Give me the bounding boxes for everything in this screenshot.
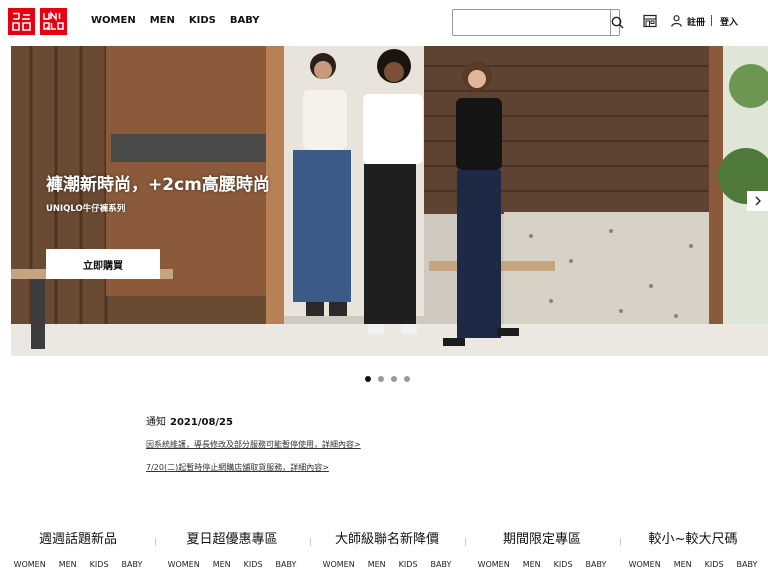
carousel-dot-2[interactable]: [378, 376, 384, 382]
search-box: [452, 9, 624, 36]
category-title[interactable]: 大師級聯名新降價: [312, 528, 462, 547]
store-icon[interactable]: [643, 14, 657, 28]
notice-label: 通知: [146, 417, 166, 428]
katakana-logo-glyphs: [12, 12, 31, 31]
hero-title: 褲潮新時尚，+2cm高腰時尚: [46, 175, 270, 195]
user-icon[interactable]: [671, 15, 682, 27]
category-link-women[interactable]: WOMEN: [168, 560, 200, 569]
category-divider: [155, 538, 156, 546]
category-links: WOMEN MEN KIDS BABY: [157, 560, 307, 569]
category-title[interactable]: 期間限定專區: [467, 528, 617, 547]
carousel-dot-4[interactable]: [404, 376, 410, 382]
category-title[interactable]: 較小~較大尺碼: [618, 528, 768, 547]
category-title[interactable]: 夏日超優惠專區: [157, 528, 307, 547]
category-divider: [310, 538, 311, 546]
category-link-kids[interactable]: KIDS: [399, 560, 418, 569]
category-title[interactable]: 週週話題新品: [3, 528, 153, 547]
category-links: WOMEN MEN KIDS BABY: [467, 560, 617, 569]
category-link-men[interactable]: MEN: [523, 560, 541, 569]
uniqlo-logo-katakana[interactable]: [8, 8, 35, 35]
category-link-baby[interactable]: BABY: [431, 560, 452, 569]
category-link-baby[interactable]: BABY: [737, 560, 758, 569]
latin-logo-glyphs: [43, 11, 64, 31]
search-button[interactable]: [610, 10, 624, 35]
category-link-women[interactable]: WOMEN: [14, 560, 46, 569]
category-links: WOMEN MEN KIDS BABY: [618, 560, 768, 569]
carousel-next-button[interactable]: [747, 191, 768, 211]
category-limited: 期間限定專區 WOMEN MEN KIDS BABY: [467, 528, 617, 569]
category-collab: 大師級聯名新降價 WOMEN MEN KIDS BABY: [312, 528, 462, 569]
category-link-kids[interactable]: KIDS: [90, 560, 109, 569]
search-input[interactable]: [453, 10, 610, 35]
category-links: WOMEN MEN KIDS BABY: [312, 560, 462, 569]
category-link-baby[interactable]: BABY: [276, 560, 297, 569]
category-link-men[interactable]: MEN: [213, 560, 231, 569]
hero-photo: [11, 46, 768, 356]
category-summer-sale: 夏日超優惠專區 WOMEN MEN KIDS BABY: [157, 528, 307, 569]
notice-header: 通知 2021/08/25: [146, 413, 233, 428]
category-link-men[interactable]: MEN: [674, 560, 692, 569]
category-link-women[interactable]: WOMEN: [478, 560, 510, 569]
hero-banner[interactable]: 褲潮新時尚，+2cm高腰時尚 UNIQLO牛仔褲系列 立即購買: [11, 46, 768, 356]
category-link-kids[interactable]: KIDS: [244, 560, 263, 569]
category-divider: [465, 538, 466, 546]
main-nav: WOMEN MEN KIDS BABY: [91, 15, 260, 26]
category-link-women[interactable]: WOMEN: [323, 560, 355, 569]
notice-link-2[interactable]: 7/20(二)起暫時停止網購店舖取貨服務，詳細內容>: [146, 462, 329, 473]
search-icon: [611, 16, 624, 29]
category-link-men[interactable]: MEN: [368, 560, 386, 569]
shop-now-button[interactable]: 立即購買: [46, 249, 160, 279]
register-link[interactable]: 註冊: [687, 15, 705, 28]
category-weekly-new: 週週話題新品 WOMEN MEN KIDS BABY: [3, 528, 153, 569]
site-header: WOMEN MEN KIDS BABY 註冊 登入: [0, 0, 768, 44]
category-links: WOMEN MEN KIDS BABY: [3, 560, 153, 569]
chevron-right-icon: [755, 196, 761, 206]
uniqlo-logo-latin[interactable]: [40, 8, 67, 35]
nav-kids[interactable]: KIDS: [189, 15, 216, 26]
category-link-baby[interactable]: BABY: [122, 560, 143, 569]
carousel-dot-1[interactable]: [365, 376, 371, 382]
hero-subtitle: UNIQLO牛仔褲系列: [46, 204, 126, 214]
category-row: 週週話題新品 WOMEN MEN KIDS BABY 夏日超優惠專區 WOMEN…: [0, 528, 768, 578]
carousel-dot-3[interactable]: [391, 376, 397, 382]
category-link-kids[interactable]: KIDS: [554, 560, 573, 569]
login-link[interactable]: 登入: [720, 15, 738, 28]
notice-link-1[interactable]: 因系統維護，導長修改及部分服務可能暫停使用，詳細內容>: [146, 439, 361, 450]
nav-men[interactable]: MEN: [150, 15, 175, 26]
category-link-men[interactable]: MEN: [59, 560, 77, 569]
carousel-dots: [365, 376, 410, 382]
category-sizes: 較小~較大尺碼 WOMEN MEN KIDS BABY: [618, 528, 768, 569]
nav-women[interactable]: WOMEN: [91, 15, 136, 26]
notice-date: 2021/08/25: [170, 417, 233, 428]
nav-baby[interactable]: BABY: [230, 15, 260, 26]
category-link-baby[interactable]: BABY: [586, 560, 607, 569]
category-link-women[interactable]: WOMEN: [629, 560, 661, 569]
category-link-kids[interactable]: KIDS: [705, 560, 724, 569]
header-divider: [711, 15, 712, 26]
